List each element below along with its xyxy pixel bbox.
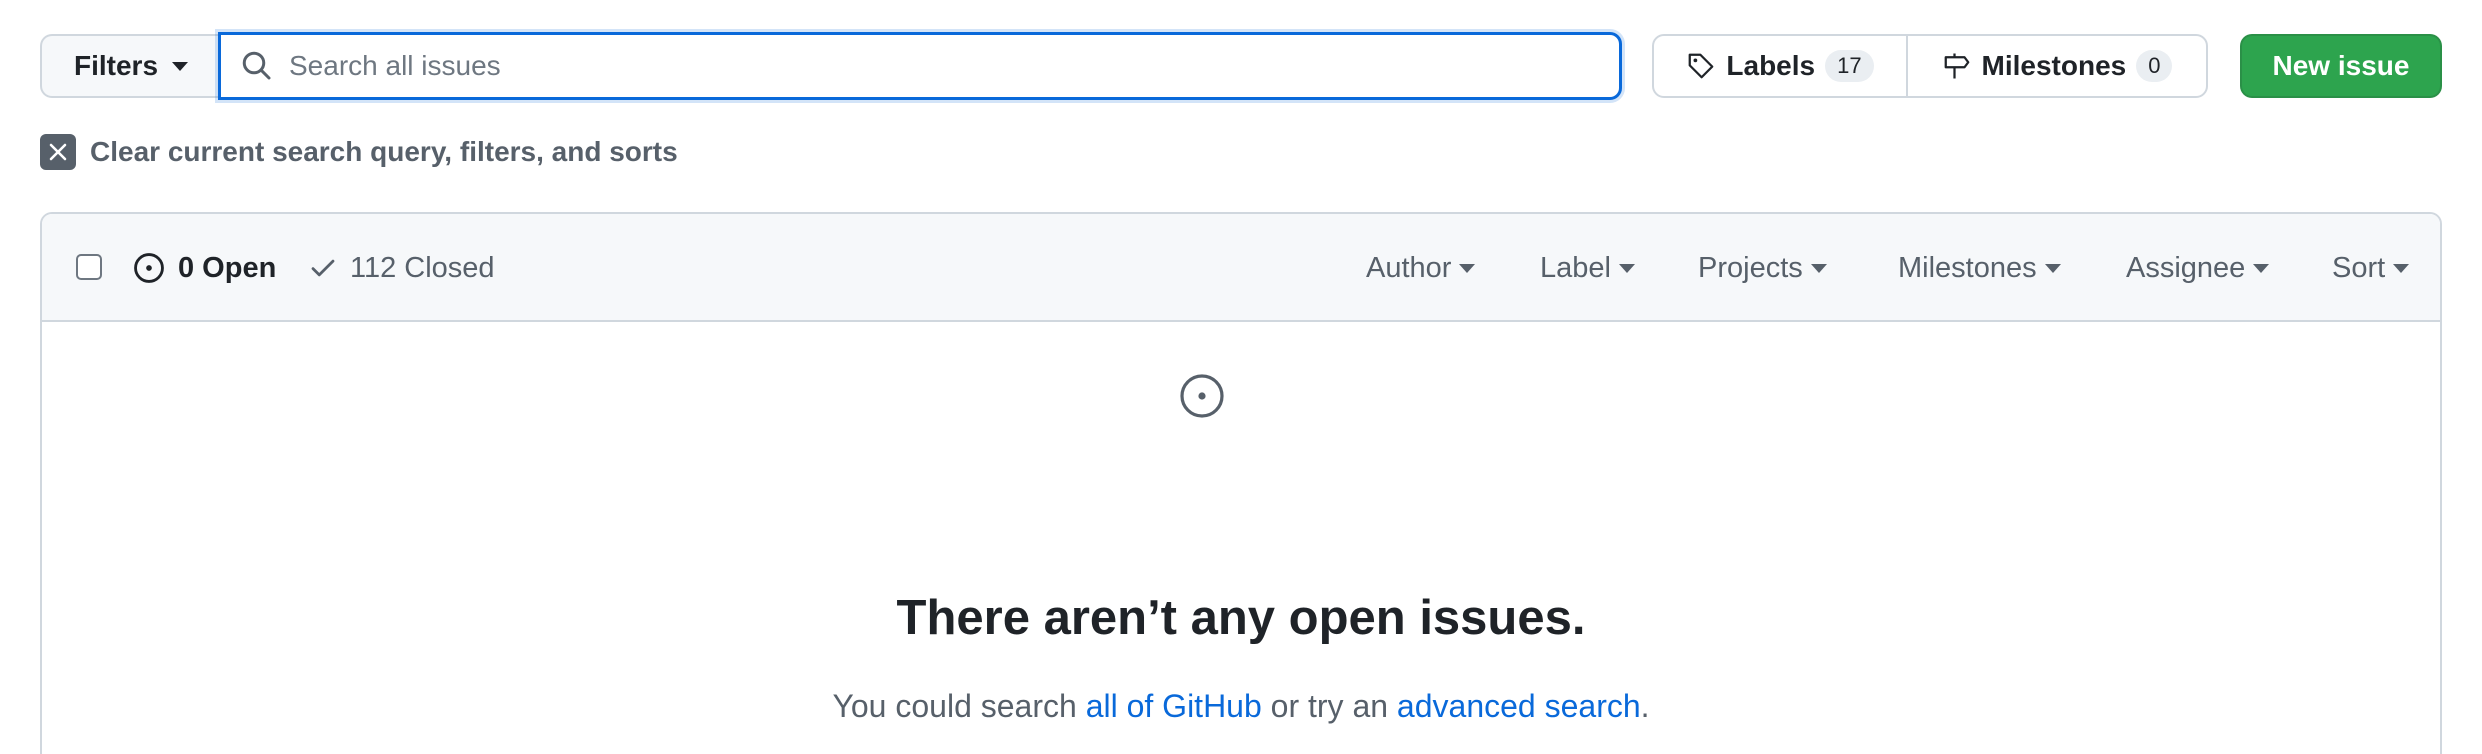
sort-filter-label: Sort [2332, 251, 2386, 284]
label-filter[interactable]: Label [1540, 248, 1635, 288]
issues-list-header: 0 Open 112 Closed Author Label Projects [42, 214, 2440, 322]
filters-button[interactable]: Filters [40, 34, 220, 98]
labels-count-badge: 17 [1825, 50, 1874, 82]
author-filter[interactable]: Author [1366, 248, 1476, 288]
labels-milestones-nav: Labels 17 Milestones 0 [1652, 34, 2208, 98]
close-icon [40, 134, 76, 170]
caret-down-icon [2044, 263, 2061, 273]
closed-count-label: 112 Closed [350, 251, 495, 284]
caret-down-icon [172, 61, 189, 71]
issue-opened-icon [1180, 374, 1224, 418]
milestones-filter[interactable]: Milestones [1898, 248, 2061, 288]
clear-query-link[interactable]: Clear current search query, filters, and… [40, 132, 678, 172]
tag-icon [1689, 53, 1714, 79]
closed-issues-tab[interactable]: 112 Closed [308, 248, 495, 288]
caret-down-icon [2253, 263, 2270, 273]
caret-down-icon [1810, 263, 1827, 273]
check-icon [311, 259, 335, 277]
labels-label: Labels [1726, 50, 1816, 81]
issue-opened-icon [134, 253, 164, 283]
filters-label: Filters [73, 50, 159, 81]
blank-slate-text: You could search all of GitHub or try an… [0, 688, 2482, 725]
blank-slate-text-after: . [1640, 688, 1650, 724]
milestones-link[interactable]: Milestones 0 [1908, 36, 2206, 96]
search-field[interactable] [218, 32, 1622, 100]
advanced-search-link[interactable]: advanced search [1397, 688, 1641, 724]
projects-filter[interactable]: Projects [1698, 248, 1827, 288]
milestones-filter-label: Milestones [1898, 251, 2037, 284]
new-issue-label: New issue [2272, 50, 2410, 81]
blank-slate-text-middle: or try an [1261, 688, 1397, 724]
assignee-filter-label: Assignee [2126, 251, 2246, 284]
blank-slate-text-before: You could search [832, 688, 1086, 724]
milestones-label: Milestones [1981, 50, 2127, 81]
open-count-label: 0 Open [178, 251, 277, 284]
caret-down-icon [1618, 263, 1635, 273]
open-issues-tab[interactable]: 0 Open [132, 248, 276, 288]
label-filter-label: Label [1540, 251, 1611, 284]
all-of-github-link[interactable]: all of GitHub [1086, 688, 1262, 724]
milestones-count-badge: 0 [2136, 50, 2173, 82]
select-all-checkbox[interactable] [76, 254, 102, 280]
search-input[interactable] [289, 50, 1589, 82]
caret-down-icon [1459, 263, 1476, 273]
sort-filter[interactable]: Sort [2332, 248, 2410, 288]
issues-page: Filters Labels 17 Milestones 0 [0, 0, 2482, 754]
assignee-filter[interactable]: Assignee [2126, 248, 2270, 288]
issues-list-box: 0 Open 112 Closed Author Label Projects [40, 212, 2442, 754]
projects-filter-label: Projects [1698, 251, 1803, 284]
milestone-icon [1944, 53, 1969, 79]
caret-down-icon [2393, 263, 2410, 273]
labels-link[interactable]: Labels 17 [1654, 36, 1908, 96]
blank-slate-title: There aren’t any open issues. [896, 591, 1586, 645]
new-issue-button[interactable]: New issue [2240, 34, 2442, 98]
search-icon [242, 51, 271, 80]
clear-query-label: Clear current search query, filters, and… [90, 136, 678, 167]
author-filter-label: Author [1366, 251, 1452, 284]
